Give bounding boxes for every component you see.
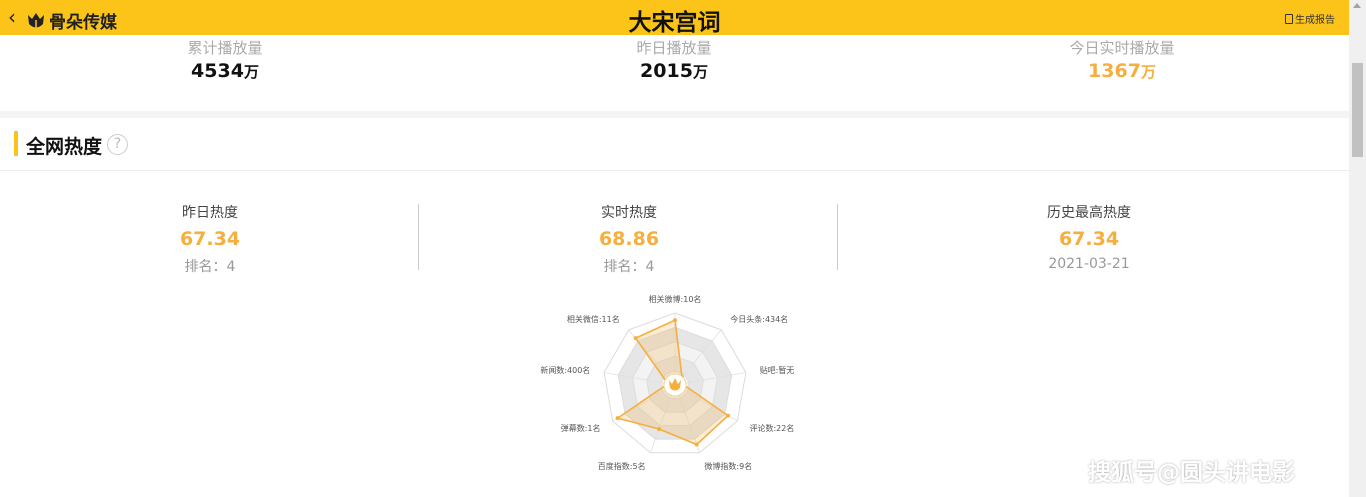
scrollbar[interactable] bbox=[1349, 0, 1366, 497]
radar-axis-label: 评论数:22名 bbox=[749, 423, 794, 433]
stat-value: 2015万 bbox=[640, 60, 708, 82]
watermark: 搜狐号@圆头讲电影 bbox=[1088, 460, 1295, 486]
metric-label: 实时热度 bbox=[601, 205, 657, 221]
metric-peak-heat: 历史最高热度 67.34 2021-03-21 bbox=[939, 202, 1239, 272]
radar-axis-label: 相关微信:11名 bbox=[567, 314, 620, 324]
divider bbox=[837, 204, 838, 270]
report-label: 生成报告 bbox=[1295, 15, 1335, 26]
metric-date: 2021-03-21 bbox=[1048, 256, 1130, 272]
heat-header: 全网热度 ? bbox=[0, 118, 1349, 171]
metric-label: 历史最高热度 bbox=[1047, 205, 1131, 221]
stat-value: 4534万 bbox=[191, 60, 259, 82]
radar-point bbox=[633, 336, 638, 341]
stat-realtime-plays: 今日实时播放量 1367万 bbox=[972, 35, 1272, 82]
metric-rank: 排名：4 bbox=[603, 259, 655, 275]
radar-axis-label: 相关微博:10名 bbox=[649, 294, 702, 304]
radar-axis-label: 弹幕数:1名 bbox=[561, 423, 601, 433]
scroll-thumb[interactable] bbox=[1352, 63, 1363, 157]
metric-value: 67.34 bbox=[179, 228, 241, 250]
top-bar: ‹ 骨朵传媒 大宋宫词 生成报告 bbox=[0, 0, 1349, 36]
generate-report-button[interactable]: 生成报告 bbox=[1285, 11, 1335, 26]
radar-axis-label: 百度指数:5名 bbox=[598, 461, 646, 471]
metric-value: 67.34 bbox=[1058, 228, 1120, 250]
stat-label: 今日实时播放量 bbox=[1069, 39, 1175, 57]
help-icon[interactable]: ? bbox=[107, 134, 128, 155]
metric-yesterday-heat: 昨日热度 67.34 排名：4 bbox=[60, 202, 360, 276]
stat-total-plays: 累计播放量 4534万 bbox=[75, 35, 375, 82]
stat-label: 昨日播放量 bbox=[636, 39, 712, 57]
section-accent-bar bbox=[14, 131, 18, 156]
metric-value: 68.86 bbox=[598, 228, 660, 250]
radar-axis-label: 微博指数:9名 bbox=[704, 461, 752, 471]
stat-value: 1367万 bbox=[1088, 60, 1156, 82]
heat-radar-chart: 相关微博:10名今日头条:434名贴吧:暂无评论数:22名微博指数:9名 百度指数… bbox=[540, 294, 795, 471]
radar-axis-label: 今日头条:434名 bbox=[730, 314, 788, 324]
radar-point bbox=[694, 442, 699, 447]
radar-point bbox=[673, 318, 677, 323]
metric-label: 昨日热度 bbox=[182, 205, 238, 221]
divider bbox=[418, 204, 419, 270]
radar-point bbox=[615, 416, 620, 421]
report-icon bbox=[1285, 13, 1293, 24]
radar-point bbox=[656, 426, 661, 431]
play-stats-panel: 累计播放量 4534万 昨日播放量 2015万 今日实时播放量 1367万 bbox=[0, 35, 1349, 111]
radar-point bbox=[726, 413, 731, 418]
metric-rank: 排名：4 bbox=[184, 259, 236, 275]
page-title: 大宋宫词 bbox=[628, 10, 721, 36]
stat-label: 累计播放量 bbox=[187, 39, 263, 57]
heat-title: 全网热度 bbox=[26, 136, 103, 158]
scroll-up-icon[interactable] bbox=[1353, 3, 1361, 8]
metric-realtime-heat: 实时热度 68.86 排名：4 bbox=[479, 202, 779, 276]
heat-panel: 全网热度 ? 昨日热度 67.34 排名：4 实时热度 68.86 排名：4 历… bbox=[0, 118, 1349, 497]
stat-yesterday-plays: 昨日播放量 2015万 bbox=[524, 35, 824, 82]
radar-axis-label: 新闻数:400名 bbox=[540, 365, 590, 375]
radar-axis-label: 贴吧:暂无 bbox=[760, 365, 795, 375]
